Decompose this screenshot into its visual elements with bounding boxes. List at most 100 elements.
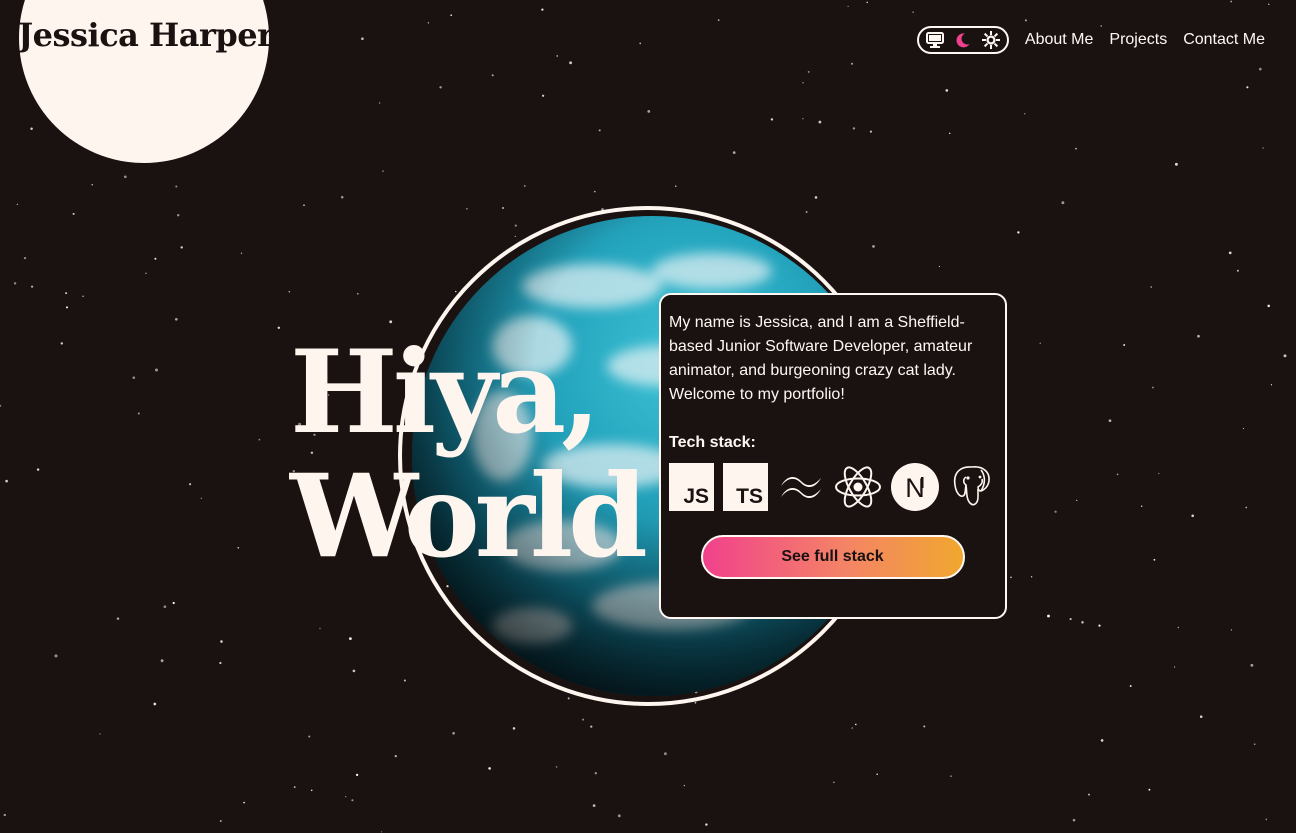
star	[912, 11, 914, 13]
star	[160, 659, 164, 663]
star	[869, 130, 873, 133]
star	[1150, 286, 1153, 288]
star	[639, 42, 642, 45]
star	[1153, 558, 1156, 561]
star	[590, 725, 593, 728]
star	[594, 772, 597, 775]
nav-projects[interactable]: Projects	[1109, 31, 1167, 49]
star	[1098, 624, 1101, 627]
star	[116, 617, 120, 620]
star	[155, 368, 158, 372]
react-icon	[834, 463, 882, 511]
star	[732, 151, 736, 154]
star	[663, 752, 667, 756]
star	[72, 212, 75, 215]
star	[16, 203, 19, 206]
star	[450, 14, 453, 17]
star	[567, 697, 570, 700]
star	[1116, 473, 1119, 476]
star	[200, 497, 203, 499]
star	[1023, 113, 1026, 115]
star	[1242, 427, 1245, 430]
star	[176, 213, 180, 217]
star	[65, 292, 68, 295]
star	[1267, 304, 1270, 308]
star	[491, 74, 494, 77]
star	[99, 733, 101, 735]
star	[3, 813, 6, 817]
star	[818, 120, 822, 124]
star	[174, 317, 178, 321]
moon-icon	[956, 33, 970, 48]
javascript-icon: JS	[669, 463, 714, 511]
star	[1017, 231, 1020, 234]
star	[1245, 506, 1248, 509]
monitor-icon	[925, 32, 944, 48]
star	[1061, 201, 1065, 205]
star	[852, 127, 856, 130]
star	[1081, 621, 1084, 624]
star	[380, 831, 383, 833]
star	[1270, 384, 1273, 386]
star	[1228, 251, 1232, 255]
star	[345, 796, 347, 798]
star	[240, 252, 243, 254]
star	[1047, 614, 1050, 618]
star	[378, 102, 381, 104]
star	[802, 118, 804, 120]
star	[1100, 739, 1104, 742]
star	[1250, 663, 1254, 667]
star	[866, 1, 868, 4]
star	[598, 129, 601, 132]
star	[394, 754, 397, 758]
star	[1088, 793, 1090, 796]
theme-dark-button[interactable]	[952, 29, 974, 51]
star	[310, 789, 313, 792]
star	[258, 438, 261, 441]
star	[189, 483, 192, 486]
nav-about-me[interactable]: About Me	[1025, 31, 1093, 49]
star	[352, 669, 356, 673]
star	[355, 773, 359, 777]
star	[1174, 162, 1178, 166]
intro-card: My name is Jessica, and I am a Sheffield…	[659, 293, 1007, 619]
star	[349, 637, 352, 640]
star	[1072, 818, 1076, 822]
star	[361, 37, 364, 40]
star	[1075, 147, 1077, 150]
star	[1236, 269, 1239, 272]
tailwind-icon	[777, 463, 825, 511]
star	[319, 627, 321, 630]
star	[1197, 334, 1200, 338]
nav-contact-me[interactable]: Contact Me	[1183, 31, 1265, 49]
star	[5, 479, 8, 483]
site-logo[interactable]: Jessica Harper	[18, 16, 274, 54]
star	[805, 211, 808, 213]
star	[833, 781, 835, 783]
star	[439, 86, 442, 89]
see-full-stack-button[interactable]: See full stack	[700, 535, 965, 579]
star	[293, 786, 296, 789]
star	[1253, 743, 1256, 746]
star	[541, 94, 545, 97]
star	[694, 701, 697, 704]
theme-light-button[interactable]	[980, 29, 1002, 51]
star	[523, 184, 526, 187]
star	[356, 292, 359, 295]
star	[512, 727, 516, 730]
star	[427, 22, 430, 24]
tech-stack-icons: JS TS N	[669, 463, 996, 511]
star	[1151, 386, 1154, 389]
star	[1265, 818, 1268, 821]
star	[770, 118, 774, 121]
star	[1108, 419, 1112, 423]
theme-system-button[interactable]	[924, 29, 946, 51]
star	[683, 784, 686, 787]
star	[163, 605, 167, 609]
star	[950, 775, 952, 777]
star	[60, 342, 64, 345]
star	[220, 640, 223, 643]
star	[502, 207, 504, 209]
star	[154, 257, 157, 260]
typescript-icon: TS	[723, 463, 768, 511]
